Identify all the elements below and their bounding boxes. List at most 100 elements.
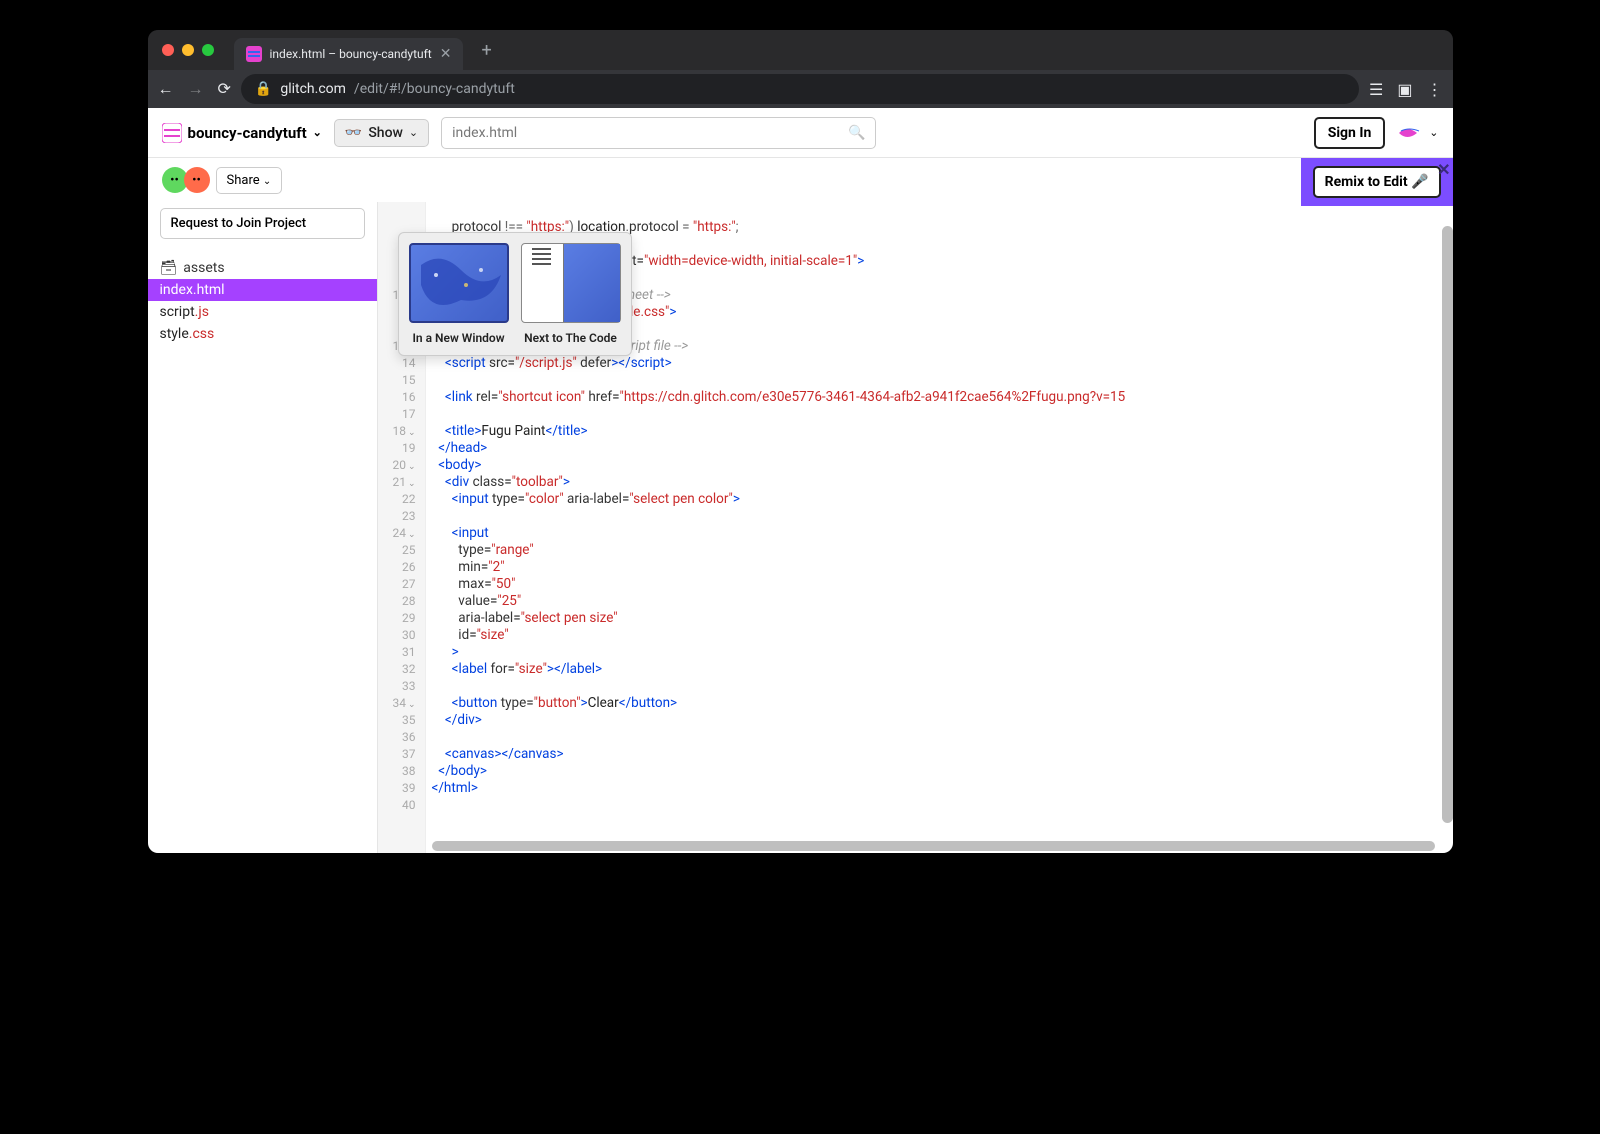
window-controls <box>162 44 214 56</box>
code-line[interactable]: 40 <box>378 797 1453 814</box>
code-line[interactable]: 19 </head> <box>378 440 1453 457</box>
code-content <box>426 729 432 746</box>
remix-button[interactable]: Remix to Edit 🎤 <box>1313 166 1441 198</box>
line-number: 36 <box>378 729 426 746</box>
code-line[interactable]: 34⌄ <button type="button">Clear</button> <box>378 695 1453 712</box>
fish-avatar-icon <box>1397 123 1425 143</box>
code-line[interactable]: 29 aria-label="select pen size" <box>378 610 1453 627</box>
code-line[interactable]: 32 <label for="size"></label> <box>378 661 1453 678</box>
show-new-window-option[interactable]: In a New Window <box>409 243 509 345</box>
popover-option-label: In a New Window <box>412 331 504 345</box>
line-number: 22 <box>378 491 426 508</box>
close-icon[interactable]: ✕ <box>1437 160 1450 179</box>
code-content: max="50" <box>426 576 516 593</box>
line-number: 34⌄ <box>378 695 426 712</box>
horizontal-scrollbar[interactable] <box>432 841 1435 851</box>
line-number: 18⌄ <box>378 423 426 440</box>
chevron-down-icon: ⌄ <box>313 126 322 139</box>
minimize-window-icon[interactable] <box>182 44 194 56</box>
maximize-window-icon[interactable] <box>202 44 214 56</box>
line-number: 32 <box>378 661 426 678</box>
file-item-style[interactable]: style.css <box>148 323 377 345</box>
reload-icon[interactable]: ⟳ <box>218 79 231 99</box>
share-button[interactable]: Share ⌄ <box>216 167 283 194</box>
show-popover: In a New Window Next to The Code <box>398 232 632 356</box>
sidebar: Request to Join Project 🗃 assetsindex.ht… <box>148 202 378 853</box>
code-line[interactable]: 24⌄ <input <box>378 525 1453 542</box>
code-line[interactable]: 14 <script src="/script.js" defer></scri… <box>378 355 1453 372</box>
code-content: <link rel="shortcut icon" href="https://… <box>426 389 1126 406</box>
url-input[interactable]: 🔒 glitch.com/edit/#!/bouncy-candytuft <box>241 74 1359 104</box>
popover-option-label: Next to The Code <box>524 331 617 345</box>
code-line[interactable]: 15 <box>378 372 1453 389</box>
code-line[interactable]: 31 > <box>378 644 1453 661</box>
show-next-to-code-option[interactable]: Next to The Code <box>521 243 621 345</box>
browser-window: index.html – bouncy-candytuft ✕ + ← → ⟳ … <box>148 30 1453 853</box>
vertical-scrollbar[interactable] <box>1442 226 1453 823</box>
line-number: 23 <box>378 508 426 525</box>
lock-icon: 🔒 <box>255 81 272 97</box>
glitch-favicon-icon <box>246 46 262 62</box>
menu-icon[interactable]: ⋮ <box>1427 80 1443 99</box>
code-line[interactable]: 17 <box>378 406 1453 423</box>
line-number: 38 <box>378 763 426 780</box>
search-icon: 🔍 <box>848 125 865 141</box>
code-line[interactable]: 38 </body> <box>378 763 1453 780</box>
code-line[interactable]: 28 value="25" <box>378 593 1453 610</box>
code-content: </body> <box>426 763 487 780</box>
code-line[interactable]: 21⌄ <div class="toolbar"> <box>378 474 1453 491</box>
file-item-script[interactable]: script.js <box>148 301 377 323</box>
code-line[interactable]: 22 <input type="color" aria-label="selec… <box>378 491 1453 508</box>
file-item-index[interactable]: index.html <box>148 279 377 301</box>
user-avatar[interactable]: •• <box>184 167 210 193</box>
code-content: > <box>426 644 459 661</box>
line-number: 39 <box>378 780 426 797</box>
line-number: 29 <box>378 610 426 627</box>
app-header: bouncy-candytuft ⌄ 👓 Show ⌄ index.html 🔍… <box>148 108 1453 158</box>
code-line[interactable] <box>378 202 1453 219</box>
profile-icon[interactable]: ▣ <box>1397 80 1412 99</box>
project-selector[interactable]: bouncy-candytuft ⌄ <box>162 123 322 143</box>
browser-tab[interactable]: index.html – bouncy-candytuft ✕ <box>234 38 464 70</box>
code-content: value="25" <box>426 593 522 610</box>
reader-icon[interactable]: ☰ <box>1369 80 1383 99</box>
line-number: 26 <box>378 559 426 576</box>
code-line[interactable]: 33 <box>378 678 1453 695</box>
request-join-button[interactable]: Request to Join Project <box>160 208 365 239</box>
code-line[interactable]: 26 min="2" <box>378 559 1453 576</box>
forward-icon[interactable]: → <box>188 79 204 99</box>
titlebar: index.html – bouncy-candytuft ✕ + <box>148 30 1453 70</box>
close-window-icon[interactable] <box>162 44 174 56</box>
next-to-code-thumb-icon <box>521 243 621 323</box>
code-line[interactable]: 16 <link rel="shortcut icon" href="https… <box>378 389 1453 406</box>
code-line[interactable]: 39</html> <box>378 780 1453 797</box>
code-line[interactable]: 23 <box>378 508 1453 525</box>
file-item-assets[interactable]: 🗃 assets <box>148 257 377 279</box>
line-number: 21⌄ <box>378 474 426 491</box>
back-icon[interactable]: ← <box>158 79 174 99</box>
show-button[interactable]: 👓 Show ⌄ <box>334 119 429 147</box>
line-number: 28 <box>378 593 426 610</box>
account-menu[interactable]: ⌄ <box>1397 123 1438 143</box>
line-number: 16 <box>378 389 426 406</box>
code-line[interactable]: 37 <canvas></canvas> <box>378 746 1453 763</box>
search-input[interactable]: index.html 🔍 <box>441 117 876 149</box>
code-line[interactable]: 27 max="50" <box>378 576 1453 593</box>
code-line[interactable]: 20⌄ <body> <box>378 457 1453 474</box>
file-tree: 🗃 assetsindex.htmlscript.jsstyle.css <box>148 257 377 345</box>
code-line[interactable]: 18⌄ <title>Fugu Paint</title> <box>378 423 1453 440</box>
remix-banner: Remix to Edit 🎤 ✕ <box>1301 158 1453 206</box>
code-content: type="range" <box>426 542 534 559</box>
code-line[interactable]: 35 </div> <box>378 712 1453 729</box>
line-number: 33 <box>378 678 426 695</box>
main-area: Request to Join Project 🗃 assetsindex.ht… <box>148 202 1453 853</box>
code-content <box>426 797 432 814</box>
code-line[interactable]: 36 <box>378 729 1453 746</box>
code-content <box>426 202 432 219</box>
line-number: 25 <box>378 542 426 559</box>
close-tab-icon[interactable]: ✕ <box>440 46 452 62</box>
code-line[interactable]: 30 id="size" <box>378 627 1453 644</box>
new-tab-button[interactable]: + <box>481 40 491 61</box>
code-line[interactable]: 25 type="range" <box>378 542 1453 559</box>
signin-button[interactable]: Sign In <box>1314 117 1386 149</box>
